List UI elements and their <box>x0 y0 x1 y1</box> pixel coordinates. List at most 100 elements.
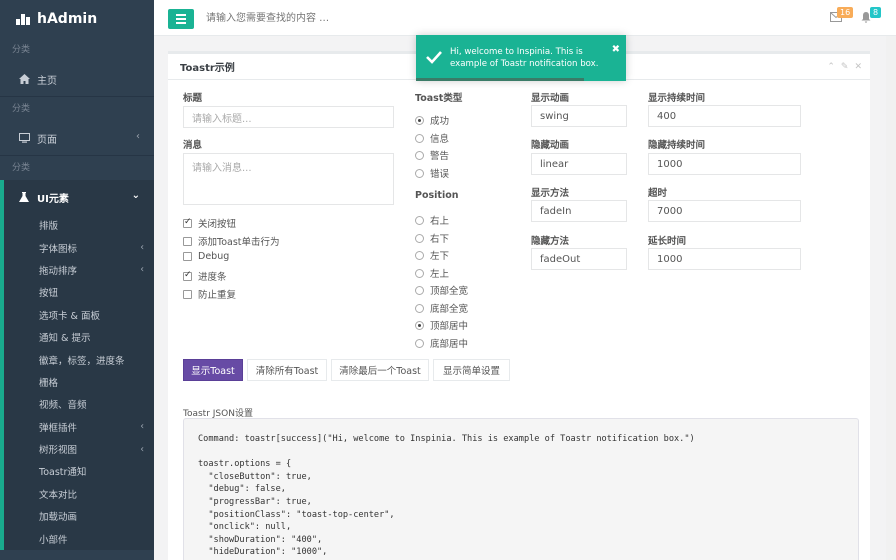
section-label: 分类 <box>12 104 31 114</box>
wrench-icon[interactable]: ✎ <box>841 62 849 72</box>
sidebar-item-label: 主页 <box>37 75 57 87</box>
sidebar-subitem[interactable]: 树形视图 ‹ <box>4 438 154 460</box>
show-toast-button[interactable]: 显示Toast <box>183 359 243 381</box>
scrollbar[interactable] <box>886 36 896 560</box>
show-animation-input[interactable]: swing <box>531 105 627 127</box>
notification-count-badge: 8 <box>870 7 882 18</box>
radio-selected[interactable] <box>415 320 424 330</box>
position-radio[interactable]: 底部居中 <box>415 336 468 350</box>
sidebar-item-ui[interactable]: UI元素 ⌄ <box>0 180 154 214</box>
radio[interactable] <box>415 233 424 243</box>
sidebar-subitem[interactable]: 排版 <box>4 214 154 236</box>
show-simple-settings-button[interactable]: 显示简单设置 <box>433 359 510 381</box>
hide-animation-input[interactable]: linear <box>531 153 627 175</box>
position-radio[interactable]: 底部全宽 <box>415 301 468 315</box>
position-radio[interactable]: 左上 <box>415 266 449 280</box>
position-radio[interactable]: 顶部居中 <box>415 318 468 332</box>
prevent-duplicates-checkbox[interactable]: 防止重复 <box>183 287 236 301</box>
subitem-label: 字体图标 <box>39 243 78 255</box>
hide-duration-input[interactable]: 1000 <box>648 153 801 175</box>
radio[interactable] <box>415 150 424 160</box>
radio-label: 右下 <box>430 234 450 245</box>
radio[interactable] <box>415 303 424 313</box>
subitem-label: 栅格 <box>39 377 59 389</box>
sidebar-subitem[interactable]: 徽章，标签，进度条 <box>4 348 154 370</box>
sidebar-subitem[interactable]: 加载动画 <box>4 505 154 527</box>
checkbox[interactable] <box>183 289 192 299</box>
position-radio[interactable]: 顶部全宽 <box>415 283 468 297</box>
progress-bar-checkbox[interactable]: 进度条 <box>183 269 227 283</box>
type-radio-error[interactable]: 错误 <box>415 166 449 180</box>
panel-tools: ⌃ ✎ ✕ <box>827 62 862 72</box>
radio[interactable] <box>415 215 424 225</box>
clear-last-toast-button[interactable]: 清除最后一个Toast <box>331 359 429 381</box>
sidebar-subitem[interactable]: 选项卡 & 面板 <box>4 304 154 326</box>
radio[interactable] <box>415 285 424 295</box>
debug-checkbox[interactable]: Debug <box>183 251 229 262</box>
sidebar-item-pages[interactable]: 页面 ‹ <box>0 121 154 155</box>
subitem-label: 树形视图 <box>39 445 78 457</box>
subitem-label: Toastr通知 <box>39 467 87 479</box>
position-radio[interactable]: 左下 <box>415 248 449 262</box>
hide-method-input[interactable]: fadeOut <box>531 248 627 270</box>
show-method-label: 显示方法 <box>531 188 570 199</box>
radio-label: 底部全宽 <box>430 304 469 315</box>
timeout-input[interactable]: 7000 <box>648 200 801 222</box>
toast-close-icon[interactable]: ✖ <box>612 44 620 56</box>
section-label: 分类 <box>12 45 31 55</box>
subitem-label: 小部件 <box>39 534 68 546</box>
checkbox[interactable] <box>183 252 192 261</box>
radio[interactable] <box>415 268 424 278</box>
close-icon[interactable]: ✕ <box>854 62 862 72</box>
clear-all-toasts-button[interactable]: 清除所有Toast <box>247 359 327 381</box>
radio-label: 左下 <box>430 251 450 262</box>
type-radio-success[interactable]: 成功 <box>415 113 449 127</box>
sidebar-subitem[interactable]: 字体图标 ‹ <box>4 236 154 258</box>
sidebar-subitem[interactable]: 通知 & 提示 <box>4 326 154 348</box>
type-radio-warning[interactable]: 警告 <box>415 148 449 162</box>
sidebar-subitem[interactable]: 拖动排序 ‹ <box>4 259 154 281</box>
radio[interactable] <box>415 168 424 178</box>
sidebar-item-label: UI元素 <box>37 193 69 205</box>
sidebar-item-home[interactable]: 主页 <box>0 62 154 96</box>
toast-notification[interactable]: Hi, welcome to Inspinia. This is example… <box>416 35 626 81</box>
sidebar-subitem[interactable]: 栅格 <box>4 371 154 393</box>
position-radio[interactable]: 右上 <box>415 213 449 227</box>
subitem-label: 文本对比 <box>39 489 78 501</box>
toast-message: Hi, welcome to Inspinia. This is example… <box>450 47 599 69</box>
radio-label: 顶部居中 <box>430 321 469 332</box>
sidebar-subitem[interactable]: 视频、音频 <box>4 393 154 415</box>
sidebar-subitem[interactable]: Toastr通知 <box>4 460 154 482</box>
show-animation-label: 显示动画 <box>531 93 570 104</box>
sidebar-subitem[interactable]: 文本对比 <box>4 483 154 505</box>
subitem-label: 按钮 <box>39 288 59 300</box>
extended-timeout-input[interactable]: 1000 <box>648 248 801 270</box>
close-button-checkbox[interactable]: 关闭按钮 <box>183 216 236 230</box>
sidebar-subitem[interactable]: 小部件 <box>4 527 154 549</box>
search-input[interactable] <box>206 10 406 26</box>
subitem-label: 弹框插件 <box>39 422 78 434</box>
checkbox-checked[interactable] <box>183 270 192 281</box>
message-label: 消息 <box>183 140 203 151</box>
title-input[interactable]: 请输入标题... <box>183 106 394 128</box>
submenu: 排版 字体图标 ‹ 拖动排序 ‹ 按钮 选项卡 & 面板 通知 & 提示 徽章，标签… <box>0 214 154 550</box>
checkbox-checked[interactable] <box>183 217 192 228</box>
show-method-input[interactable]: fadeIn <box>531 200 627 222</box>
sidebar-subitem[interactable]: 弹框插件 ‹ <box>4 416 154 438</box>
sidebar-subitem[interactable]: 按钮 <box>4 281 154 303</box>
radio[interactable] <box>415 338 424 348</box>
radio[interactable] <box>415 133 424 143</box>
radio[interactable] <box>415 250 424 260</box>
checkbox-label: 关闭按钮 <box>198 219 237 230</box>
click-action-checkbox[interactable]: 添加Toast单击行为 <box>183 234 280 248</box>
subitem-label: 加载动画 <box>39 512 78 524</box>
type-radio-info[interactable]: 信息 <box>415 131 449 145</box>
checkbox[interactable] <box>183 236 192 246</box>
message-textarea[interactable]: 请输入消息... <box>183 153 394 205</box>
radio-selected[interactable] <box>415 115 424 125</box>
brand[interactable]: hAdmin <box>0 0 154 38</box>
menu-toggle-button[interactable] <box>168 9 194 29</box>
position-radio[interactable]: 右下 <box>415 231 449 245</box>
chevron-up-icon[interactable]: ⌃ <box>827 62 835 72</box>
show-duration-input[interactable]: 400 <box>648 105 801 127</box>
